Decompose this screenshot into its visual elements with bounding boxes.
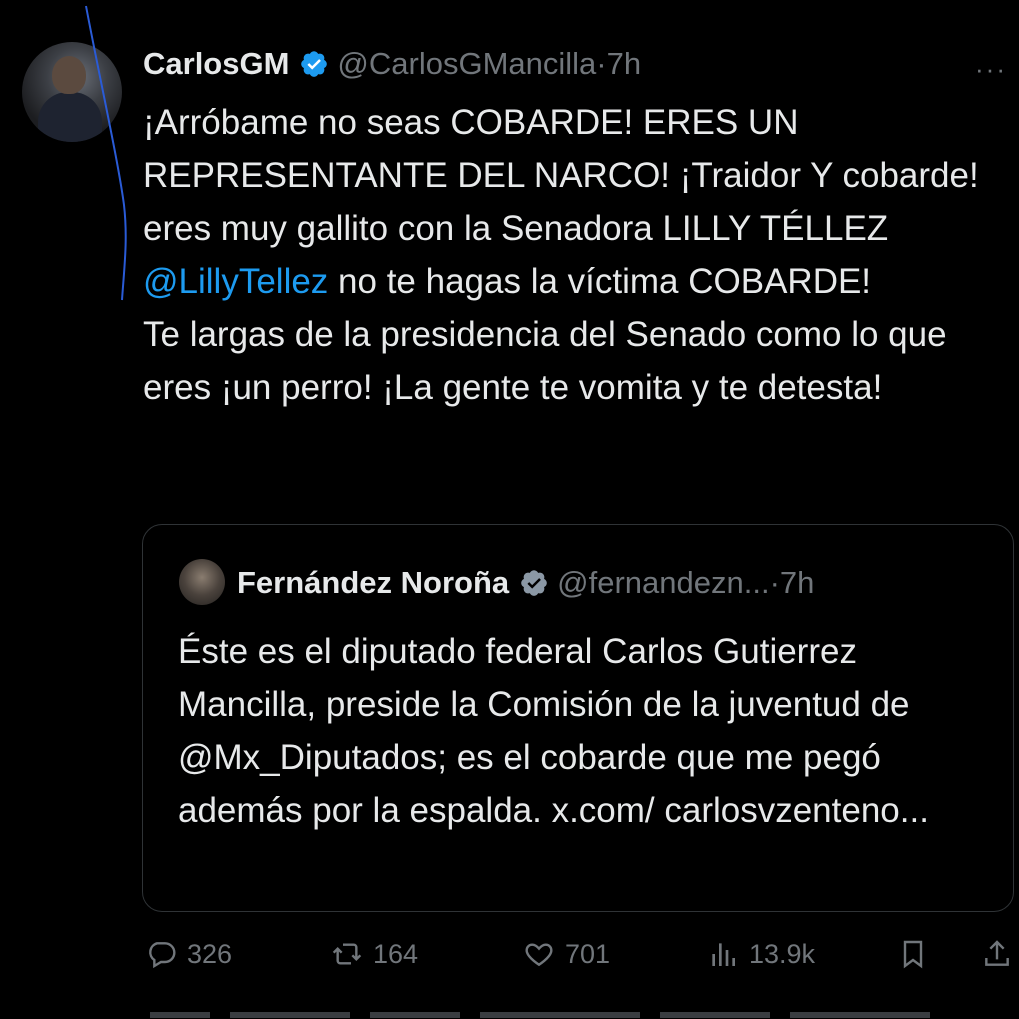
- tweet-card[interactable]: CarlosGM @CarlosGMancilla · 7h ··· ¡Arró…: [0, 0, 1019, 1019]
- author-name[interactable]: CarlosGM: [143, 46, 289, 82]
- tweet-text-part2: no te hagas la víctima COBARDE!: [328, 262, 872, 301]
- next-tweet-fragment: [150, 1012, 930, 1018]
- time-separator: ·: [596, 46, 607, 81]
- repost-count: 164: [373, 938, 419, 969]
- avatar-body-shape: [38, 92, 102, 142]
- reply-button[interactable]: 326: [145, 938, 232, 970]
- author-handle[interactable]: @CarlosGMancilla: [337, 46, 596, 82]
- avatar-head-shape: [52, 56, 86, 94]
- repost-button[interactable]: 164: [331, 938, 418, 970]
- reply-icon: [149, 942, 176, 969]
- tweet-text-part3: Te largas de la presidencia del Senado c…: [143, 315, 947, 407]
- repost-icon: [332, 943, 362, 965]
- quoted-tweet-text: Éste es el diputado federal Carlos Gutie…: [178, 632, 929, 830]
- views-button[interactable]: 13.9k: [707, 938, 815, 970]
- quoted-tweet[interactable]: Fernández Noroña @fernandezn... · 7h Ést…: [142, 524, 1014, 912]
- verified-badge-icon: [521, 570, 547, 596]
- bookmark-button[interactable]: [897, 938, 939, 970]
- verified-badge-icon: [301, 51, 328, 77]
- quoted-tweet-header: Fernández Noroña @fernandezn... · 7h: [237, 565, 814, 601]
- more-icon[interactable]: ···: [975, 54, 1007, 85]
- views-icon: [712, 943, 735, 966]
- share-icon: [985, 940, 1009, 966]
- tweet-text-part1: ¡Arróbame no seas COBARDE! ERES UN REPRE…: [143, 103, 979, 248]
- mention-link[interactable]: @LillyTellez: [143, 262, 328, 301]
- quoted-author-name[interactable]: Fernández Noroña: [237, 565, 509, 601]
- tweet-body: ¡Arróbame no seas COBARDE! ERES UN REPRE…: [143, 96, 1003, 414]
- tweet-time[interactable]: 7h: [607, 46, 641, 82]
- author-avatar[interactable]: [22, 42, 122, 142]
- tweet-header: CarlosGM @CarlosGMancilla · 7h: [143, 46, 641, 82]
- quoted-author-avatar[interactable]: [179, 559, 225, 605]
- action-bar: 326 164 701 13.9k: [145, 938, 1015, 978]
- view-count: 13.9k: [749, 938, 816, 969]
- like-count: 701: [565, 938, 611, 969]
- heart-icon: [525, 943, 553, 967]
- quoted-tweet-time[interactable]: 7h: [780, 565, 814, 601]
- like-button[interactable]: 701: [523, 938, 610, 970]
- time-separator: ·: [769, 565, 780, 600]
- bookmark-icon: [903, 940, 923, 969]
- quoted-author-handle[interactable]: @fernandezn...: [557, 565, 769, 601]
- share-button[interactable]: [981, 938, 1019, 970]
- reply-count: 326: [187, 938, 233, 969]
